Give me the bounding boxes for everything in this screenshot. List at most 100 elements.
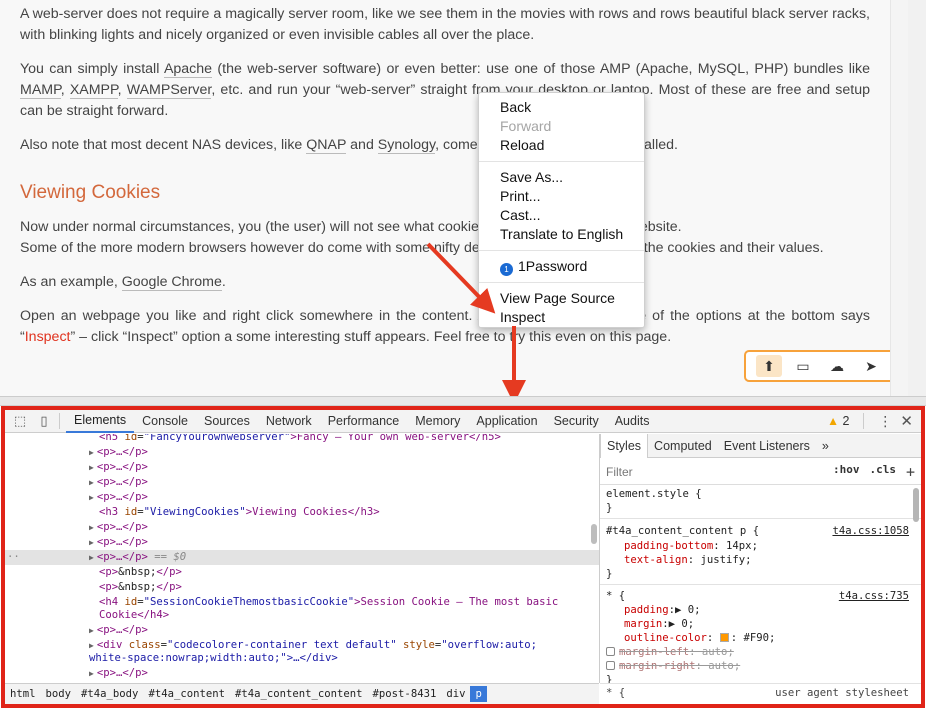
link-xampp[interactable]: XAMPP [69,82,118,99]
menu-item-back[interactable]: Back [479,98,644,117]
css-property-name: margin [624,618,663,630]
breadcrumb-p[interactable]: p [470,686,487,702]
dom-node[interactable]: ▶ <p>…</p> [5,666,599,681]
page-scrollbar[interactable] [890,0,908,396]
expand-triangle-icon[interactable]: ▶ [89,448,94,457]
rule-selector[interactable]: * { [606,589,625,603]
menu-item-translate[interactable]: Translate to English [479,225,644,244]
color-swatch[interactable] [719,633,729,642]
css-property[interactable]: padding:▶ 0; [624,603,701,617]
rule-selector[interactable]: #t4a_content_content p { [606,524,759,538]
link-mamp[interactable]: MAMP [20,82,61,99]
css-property-overridden[interactable]: margin-left: auto; [606,645,734,659]
dom-node[interactable]: ▶ <p>…</p> [5,623,599,638]
breadcrumb-body[interactable]: body [41,686,77,702]
css-property[interactable]: margin:▶ 0; [624,617,694,631]
tab-memory[interactable]: Memory [407,410,468,433]
tab-styles[interactable]: Styles [600,434,649,458]
expand-triangle-icon[interactable]: ▶ [89,626,94,635]
dom-node[interactable]: <h5 id="FancyYourownwebserver">Fancy – Y… [5,434,599,445]
styles-scrollbar-thumb[interactable] [913,488,919,522]
warnings-counter[interactable]: ▲ 2 [827,414,849,428]
monitor-icon[interactable]: ▭ [790,355,816,377]
dom-tree[interactable]: <h5 id="FancyYourownwebserver">Fancy – Y… [5,434,599,683]
expand-triangle-icon[interactable]: ▶ [89,478,94,487]
css-property[interactable]: padding-bottom: 14px; [624,539,758,553]
menu-item-1password[interactable]: 1 1Password [479,257,644,276]
hov-button[interactable]: :hov [833,463,860,481]
breadcrumb-t4a-body[interactable]: #t4a_body [76,686,143,702]
selection-marker: ·· [7,551,20,563]
tab-security[interactable]: Security [546,410,607,433]
devtools-resize-handle[interactable] [0,397,926,406]
tab-sources[interactable]: Sources [196,410,258,433]
menu-item-save-as[interactable]: Save As... [479,168,644,187]
tab-event-listeners[interactable]: Event Listeners [718,434,816,458]
css-property-overridden[interactable]: margin-right: auto; [606,659,740,673]
tab-computed[interactable]: Computed [648,434,718,458]
tab-console[interactable]: Console [134,410,196,433]
css-property-value: : justify; [687,554,752,566]
tab-network[interactable]: Network [258,410,320,433]
menu-item-cast[interactable]: Cast... [479,206,644,225]
breadcrumb-post[interactable]: #post-8431 [368,686,442,702]
dom-node[interactable]: ▶ <p>…</p> [5,490,599,505]
breadcrumb-t4a-content-content[interactable]: #t4a_content_content [230,686,368,702]
tab-audits[interactable]: Audits [607,410,658,433]
expand-triangle-icon[interactable]: ▶ [89,493,94,502]
menu-item-print[interactable]: Print... [479,187,644,206]
tab-performance[interactable]: Performance [320,410,408,433]
expand-triangle-icon[interactable]: ▶ [89,553,94,562]
link-apache[interactable]: Apache [163,61,213,78]
expand-triangle-icon[interactable]: ▶ [89,523,94,532]
css-property[interactable]: text-align: justify; [624,553,752,567]
dom-breadcrumbs: html body #t4a_body #t4a_content #t4a_co… [5,683,599,704]
cls-button[interactable]: .cls [869,463,896,481]
link-qnap[interactable]: QNAP [306,137,347,154]
menu-item-view-source[interactable]: View Page Source [479,289,644,308]
more-tabs-icon[interactable]: » [816,434,835,458]
tab-elements[interactable]: Elements [66,410,135,433]
rule-source-link[interactable]: t4a.css:1058 [832,524,909,538]
dom-text: &nbsp; [118,581,157,593]
expand-triangle-icon[interactable]: ▶ [89,669,94,678]
dom-node[interactable]: ▶ <p>…</p> [5,460,599,475]
property-checkbox[interactable] [606,647,615,656]
link-google-chrome[interactable]: Google Chrome [121,274,222,291]
dom-node[interactable]: ▶ <p>…</p> [5,520,599,535]
arrow-up-circle-icon[interactable]: ⬆ [756,355,782,377]
tab-application[interactable]: Application [468,410,545,433]
dom-scrollbar-thumb[interactable] [591,524,597,544]
breadcrumb-html[interactable]: html [5,686,41,702]
breadcrumb-t4a-content[interactable]: #t4a_content [143,686,230,702]
link-synology[interactable]: Synology [377,137,436,154]
menu-item-reload[interactable]: Reload [479,136,644,155]
css-property[interactable]: outline-color: : #F90; [624,631,775,645]
element-style-selector[interactable]: element.style { [606,487,702,501]
expand-triangle-icon[interactable]: ▶ [89,538,94,547]
styles-filter-input[interactable]: Filter [600,465,633,479]
expand-triangle-icon[interactable]: ▶ [89,641,94,650]
close-icon[interactable]: ✕ [900,412,913,430]
toolbar-divider [59,413,60,429]
chat-bubbles-icon[interactable]: ☁ [824,355,850,377]
inspect-cursor-icon[interactable]: ⬚ [11,413,29,429]
dom-node[interactable]: ▶ <p>…</p> [5,445,599,460]
paper-plane-icon[interactable]: ➤ [858,355,884,377]
rule-source-link[interactable]: t4a.css:735 [839,589,909,603]
dom-node[interactable]: <p>&nbsp;</p> [5,580,599,595]
device-toggle-icon[interactable]: ▯ [35,413,53,429]
link-wampserver[interactable]: WAMPServer [126,82,212,99]
new-rule-icon[interactable]: + [906,463,915,481]
dom-node[interactable]: ▶ <p>…</p> [5,475,599,490]
menu-item-inspect[interactable]: Inspect [479,308,644,327]
breadcrumb-div[interactable]: div [441,686,470,702]
property-checkbox[interactable] [606,661,615,670]
dom-node-selected[interactable]: ·· ▶ <p>…</p> == $0 [5,550,599,565]
expand-triangle-icon[interactable]: ▶ [89,463,94,472]
more-options-icon[interactable]: ⋮ [878,414,892,428]
dom-node[interactable]: ▶ <p>…</p> [5,535,599,550]
dom-node[interactable]: <h3 id="ViewingCookies">Viewing Cookies<… [5,505,599,520]
dom-attr: style [403,639,435,651]
dom-node[interactable]: <p>&nbsp;</p> [5,565,599,580]
